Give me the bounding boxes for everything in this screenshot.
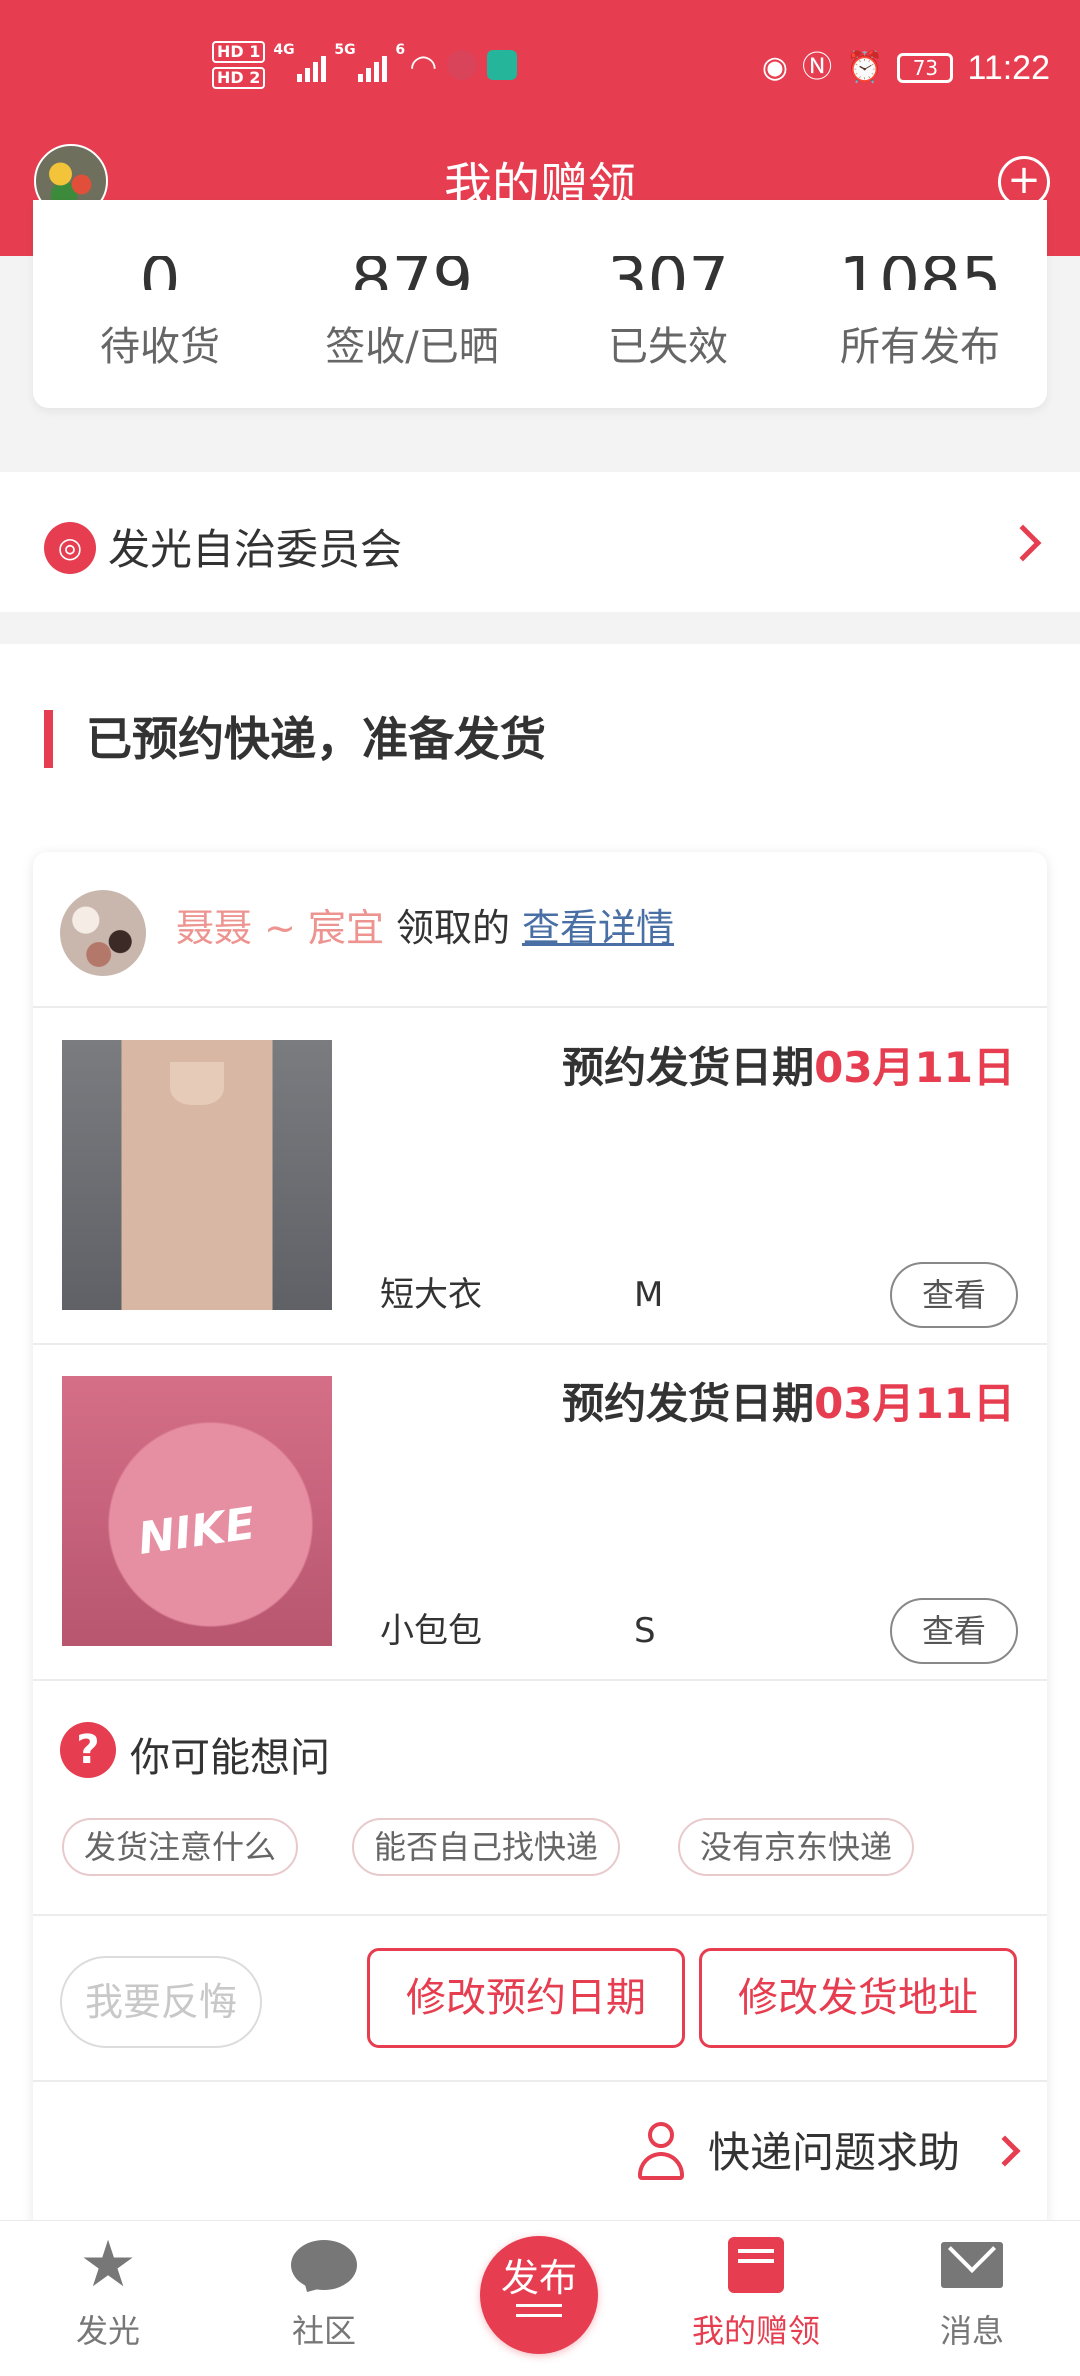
faq-chip[interactable]: 发货注意什么 — [62, 1818, 299, 1876]
receiver-name[interactable]: 聂聂 ~ 宸宜 — [176, 898, 384, 958]
divider — [33, 1343, 1047, 1345]
tab-community[interactable]: 社区 — [224, 2228, 424, 2352]
signal-icon: 4G — [273, 42, 327, 82]
stat-label: 签收/已晒 — [325, 324, 499, 370]
stat-value: 1085 — [790, 256, 1050, 290]
ship-date-line: 预约发货日期03月11日 — [562, 1038, 1015, 1098]
receiver-avatar[interactable] — [60, 890, 146, 976]
status-left: HD 1 HD 2 4G 5G 6 ◠ — [212, 38, 518, 92]
ship-date-line: 预约发货日期03月11日 — [562, 1374, 1015, 1434]
ship-date-value: 03月11日 — [814, 1043, 1015, 1092]
signal-5g-icon: 5G — [334, 42, 388, 82]
tab-label: 消息 — [939, 2312, 1004, 2350]
divider — [33, 2080, 1047, 2082]
ship-date-label: 预约发货日期 — [562, 1379, 815, 1428]
item-name: 短大衣 — [380, 1275, 482, 1315]
stat-expired[interactable]: 307 已失效 — [538, 256, 798, 372]
signal-4g-label: 4G — [273, 42, 295, 58]
ship-date-label: 预约发货日期 — [562, 1043, 815, 1092]
divider — [33, 1914, 1047, 1916]
stat-value: 307 — [538, 256, 798, 290]
alarm-icon: ⏰ — [846, 50, 884, 85]
hd2-label: HD 2 — [212, 67, 266, 89]
stat-label: 已失效 — [608, 324, 728, 370]
receiver-line: 聂聂 ~ 宸宜 领取的 查看详情 — [176, 898, 674, 958]
stat-pending[interactable]: 0 待收货 — [30, 256, 290, 372]
wifi-label: 6 — [395, 42, 406, 58]
publish-button[interactable]: 发布 — [480, 2236, 598, 2354]
star-icon: ★ — [79, 2228, 137, 2302]
item-size: S — [634, 1611, 656, 1651]
ship-date-value: 03月11日 — [814, 1379, 1015, 1428]
view-button[interactable]: 查看 — [890, 1598, 1018, 1664]
receive-text: 领取的 — [396, 906, 511, 950]
faq-chip[interactable]: 没有京东快递 — [678, 1818, 915, 1876]
status-bar: HD 1 HD 2 4G 5G 6 ◠ ◉ Ⓝ ⏰ 73 11:22 — [0, 0, 1080, 140]
committee-icon: ◎ — [44, 522, 96, 574]
regret-button[interactable]: 我要反悔 — [60, 1956, 262, 2048]
hd-indicator: HD 1 HD 2 — [212, 41, 266, 89]
mail-icon — [941, 2242, 1003, 2288]
stat-all[interactable]: 1085 所有发布 — [790, 256, 1050, 372]
stat-value: 879 — [282, 256, 542, 290]
tab-label: 发光 — [75, 2312, 140, 2350]
faq-chip[interactable]: 能否自己找快递 — [352, 1818, 621, 1876]
tab-messages[interactable]: 消息 — [872, 2228, 1072, 2352]
person-icon — [636, 2122, 686, 2182]
section-title: 已预约快递，准备发货 — [86, 712, 546, 766]
item-image-coat[interactable] — [62, 1040, 332, 1310]
wifi-icon: 6 ◠ — [395, 42, 438, 85]
tab-label: 社区 — [291, 2312, 356, 2350]
app-notification-icon-2 — [487, 50, 518, 80]
nfc-icon: Ⓝ — [802, 50, 833, 85]
eye-icon: ◉ — [761, 50, 789, 85]
signal-5g-label: 5G — [334, 42, 356, 58]
tab-glow[interactable]: ★ 发光 — [8, 2228, 208, 2352]
section-marker — [44, 710, 53, 768]
app-notification-icon — [447, 50, 478, 80]
faq-title: 你可能想问 — [130, 1735, 330, 1781]
divider — [33, 1006, 1047, 1008]
item-name: 小包包 — [380, 1611, 482, 1651]
divider — [33, 1679, 1047, 1681]
change-address-button[interactable]: 修改发货地址 — [699, 1948, 1017, 2048]
stat-value: 0 — [30, 256, 290, 290]
item-size: M — [634, 1275, 664, 1315]
status-right: ◉ Ⓝ ⏰ 73 11:22 — [762, 40, 1050, 96]
detail-link[interactable]: 查看详情 — [522, 898, 674, 958]
stat-label: 所有发布 — [840, 324, 1000, 370]
item-image-bag[interactable] — [62, 1376, 332, 1646]
committee-label: 发光自治委员会 — [108, 525, 403, 574]
tab-my-gifts[interactable]: 我的赠领 — [656, 2228, 856, 2352]
battery-icon: 73 — [897, 53, 954, 83]
hd1-label: HD 1 — [212, 41, 266, 63]
tab-label: 我的赠领 — [691, 2312, 820, 2350]
gift-book-icon — [728, 2237, 784, 2293]
change-date-button[interactable]: 修改预约日期 — [367, 1948, 685, 2048]
stat-signed[interactable]: 879 签收/已晒 — [282, 256, 542, 372]
courier-help-link[interactable]: 快递问题求助 — [708, 2122, 960, 2184]
question-icon: ? — [60, 1722, 116, 1778]
chat-bubble-icon — [291, 2240, 357, 2290]
view-button[interactable]: 查看 — [890, 1262, 1018, 1328]
stat-label: 待收货 — [100, 324, 220, 370]
publish-label: 发布 — [500, 2256, 577, 2300]
clock: 11:22 — [967, 48, 1050, 87]
menu-lines-icon — [516, 2304, 562, 2307]
